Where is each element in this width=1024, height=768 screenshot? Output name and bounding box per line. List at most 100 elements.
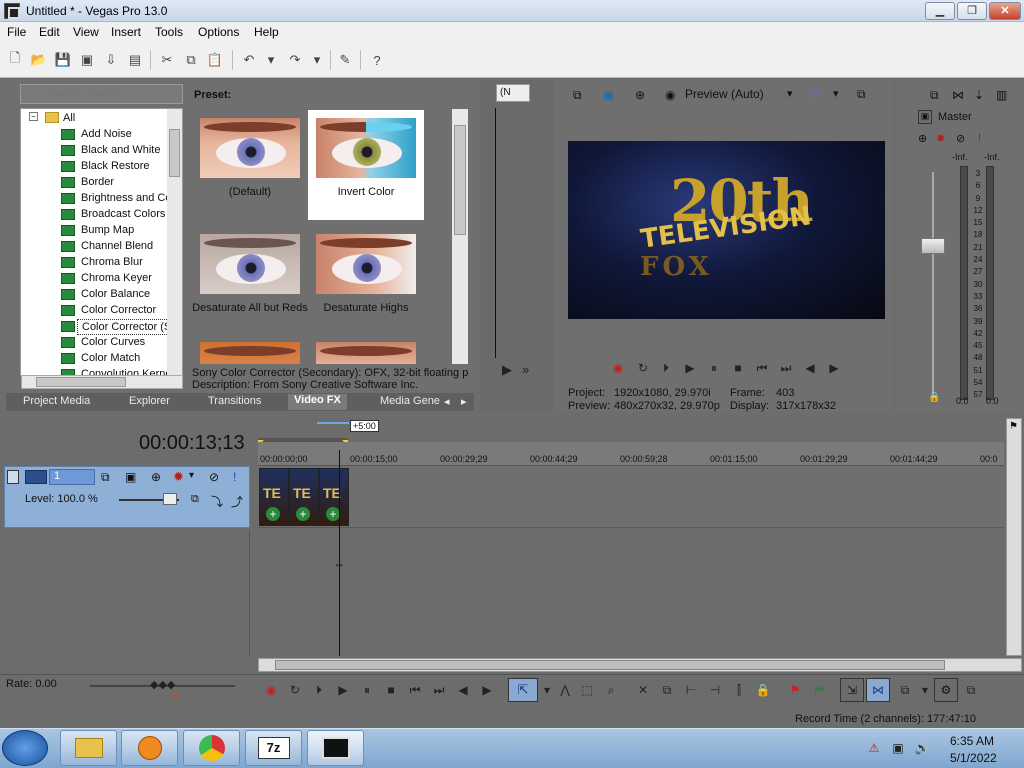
go-to-end-icon[interactable]: ⏭ [778,360,794,376]
fx-icon[interactable]: ⊕ [918,132,927,145]
start-button[interactable] [2,730,48,766]
preset-vertical-scrollbar[interactable] [452,109,468,364]
preset-thumbnail[interactable]: Desaturate All but Reds [192,226,308,336]
composite-icon[interactable]: ⊕ [151,470,161,484]
play-from-start-icon[interactable]: ⏵ [310,681,328,699]
delete-icon[interactable]: ✕ [634,681,652,699]
plugin-tree[interactable]: − All Add Noise Black and White Black Re… [20,108,183,376]
menu-tools[interactable]: Tools [155,25,183,39]
menu-view[interactable]: View [73,25,99,39]
tab-scroll-left-icon[interactable]: ◂ [444,395,450,408]
tab-project-media[interactable]: Project Media [23,395,90,407]
previous-frame-icon[interactable]: ◀ [802,360,818,376]
chevron-down-icon[interactable]: ▾ [787,87,793,100]
render-brush-icon[interactable]: ✎ [336,51,354,69]
menu-insert[interactable]: Insert [111,25,141,39]
whats-this-icon[interactable]: ? [368,51,386,69]
undo-icon[interactable]: ↶ [240,51,258,69]
track-number[interactable]: 1 [49,469,95,485]
chevron-down-icon[interactable]: ▾ [916,681,934,699]
downmix-icon[interactable]: ⇣ [974,88,984,102]
copy-snapshot-icon[interactable]: ⧉ [857,87,866,102]
video-track-header[interactable]: 1 ⧉ ▣ ⊕ ✹ ▾ ⊘ ! Level: 100.0 % ⧉ ⤵ ⤴ [4,466,250,528]
chevron-down-icon[interactable]: ▾ [538,681,556,699]
preset-thumbnail[interactable]: (Default) [192,110,308,220]
compositing-child-icon[interactable]: ⧉ [191,493,199,506]
go-to-start-icon[interactable]: ⏮ [754,360,770,376]
previous-frame-icon[interactable]: ◀ [454,681,472,699]
redo-dropdown-icon[interactable]: ▾ [308,51,326,69]
tab-media-generators[interactable]: Media Gene [380,395,440,407]
tab-video-fx[interactable]: Video FX [288,394,347,410]
render-icon[interactable]: ⇩ [102,51,120,69]
collapse-track-icon[interactable] [7,470,19,484]
scroll-thumb[interactable] [454,125,466,235]
make-parent-icon[interactable]: ⤵ [211,493,223,510]
save-as-icon[interactable]: ▣ [78,51,96,69]
normal-edit-tool-icon[interactable]: ⇱ [508,678,538,702]
loop-icon[interactable]: ↻ [286,681,304,699]
next-icon[interactable]: » [522,362,529,377]
track-motion-icon[interactable]: ⧉ [101,470,110,485]
pan-crop-icon[interactable]: ▣ [125,470,136,484]
meters-icon[interactable]: ▥ [996,88,1007,102]
grid-icon[interactable]: # [811,87,818,101]
trim-end-icon[interactable]: ⊣ [706,681,724,699]
preset-thumbnail[interactable] [192,334,308,364]
stop-icon[interactable]: ■ [730,360,746,376]
maximize-button[interactable]: ❐ [957,2,987,20]
taskbar-7zip[interactable]: 7z [245,730,302,766]
clock-date[interactable]: 5/1/2022 [950,751,997,765]
tab-scroll-right-icon[interactable]: ▸ [461,395,467,408]
open-folder-icon[interactable]: 📂 [30,51,48,69]
video-track-lane[interactable] [258,466,1004,528]
lock-icon[interactable]: 🔒 [754,681,772,699]
video-clip[interactable]: TE + [259,468,289,526]
mixer-props-icon[interactable]: ⧉ [930,88,939,103]
event-fx-icon[interactable]: + [326,507,340,521]
clock-time[interactable]: 6:35 AM [950,734,994,748]
preview-quality-dropdown[interactable]: Preview (Auto) [685,87,764,101]
trimmer-dropdown[interactable]: (N [496,84,530,102]
play-from-start-icon[interactable]: ⏵ [658,360,674,376]
minimize-button[interactable]: ▁ [925,2,955,20]
auto-ripple-icon[interactable]: ⇲ [840,678,864,702]
trim-start-icon[interactable]: ⊢ [682,681,700,699]
new-file-icon[interactable]: 🗋 [6,50,24,69]
gear-icon[interactable]: ✹ [173,469,184,485]
tree-vertical-scrollbar[interactable] [167,109,182,375]
video-clip[interactable]: TE + [319,468,349,526]
level-slider-thumb[interactable] [163,493,177,505]
next-frame-icon[interactable]: ▶ [478,681,496,699]
network-alert-icon[interactable]: ⚠ [866,740,882,756]
event-fx-icon[interactable]: + [296,507,310,521]
preview-props-icon[interactable]: ⧉ [573,88,582,103]
video-clip[interactable]: TE + [289,468,319,526]
close-button[interactable]: ✕ [989,2,1021,20]
record-icon[interactable]: ◉ [610,360,626,376]
pause-icon[interactable]: ⏸ [358,681,376,699]
lock-envelopes-icon[interactable]: ⚙ [934,678,958,702]
scroll-thumb[interactable] [169,129,180,177]
cut-icon[interactable]: ✂ [158,51,176,69]
tab-explorer[interactable]: Explorer [129,395,170,407]
copy-icon[interactable]: ⧉ [182,51,200,69]
loop-icon[interactable]: ↻ [635,360,651,376]
insert-marker-icon[interactable]: ⚑ [786,681,804,699]
timeline-vertical-scrollbar[interactable]: ⚑ [1006,418,1022,656]
play-icon[interactable]: ▶ [334,681,352,699]
timeline-cursor[interactable] [339,450,340,656]
trim-icon[interactable]: ⧉ [658,681,676,699]
make-child-icon[interactable]: ⤴ [231,493,243,510]
paste-icon[interactable]: 📋 [206,51,224,69]
solo-icon[interactable]: ! [233,470,236,484]
go-to-start-icon[interactable]: ⏮ [406,681,424,699]
overlay-icon[interactable]: ◉ [665,88,675,102]
chevron-down-icon[interactable]: ▾ [833,87,839,100]
taskbar-media-player[interactable] [121,730,178,766]
volume-fader[interactable] [921,238,945,254]
play-icon[interactable]: ▶ [502,362,512,378]
save-icon[interactable]: 💾 [54,51,72,69]
record-icon[interactable]: ◉ [262,681,280,699]
chevron-down-icon[interactable]: ▾ [189,470,194,481]
